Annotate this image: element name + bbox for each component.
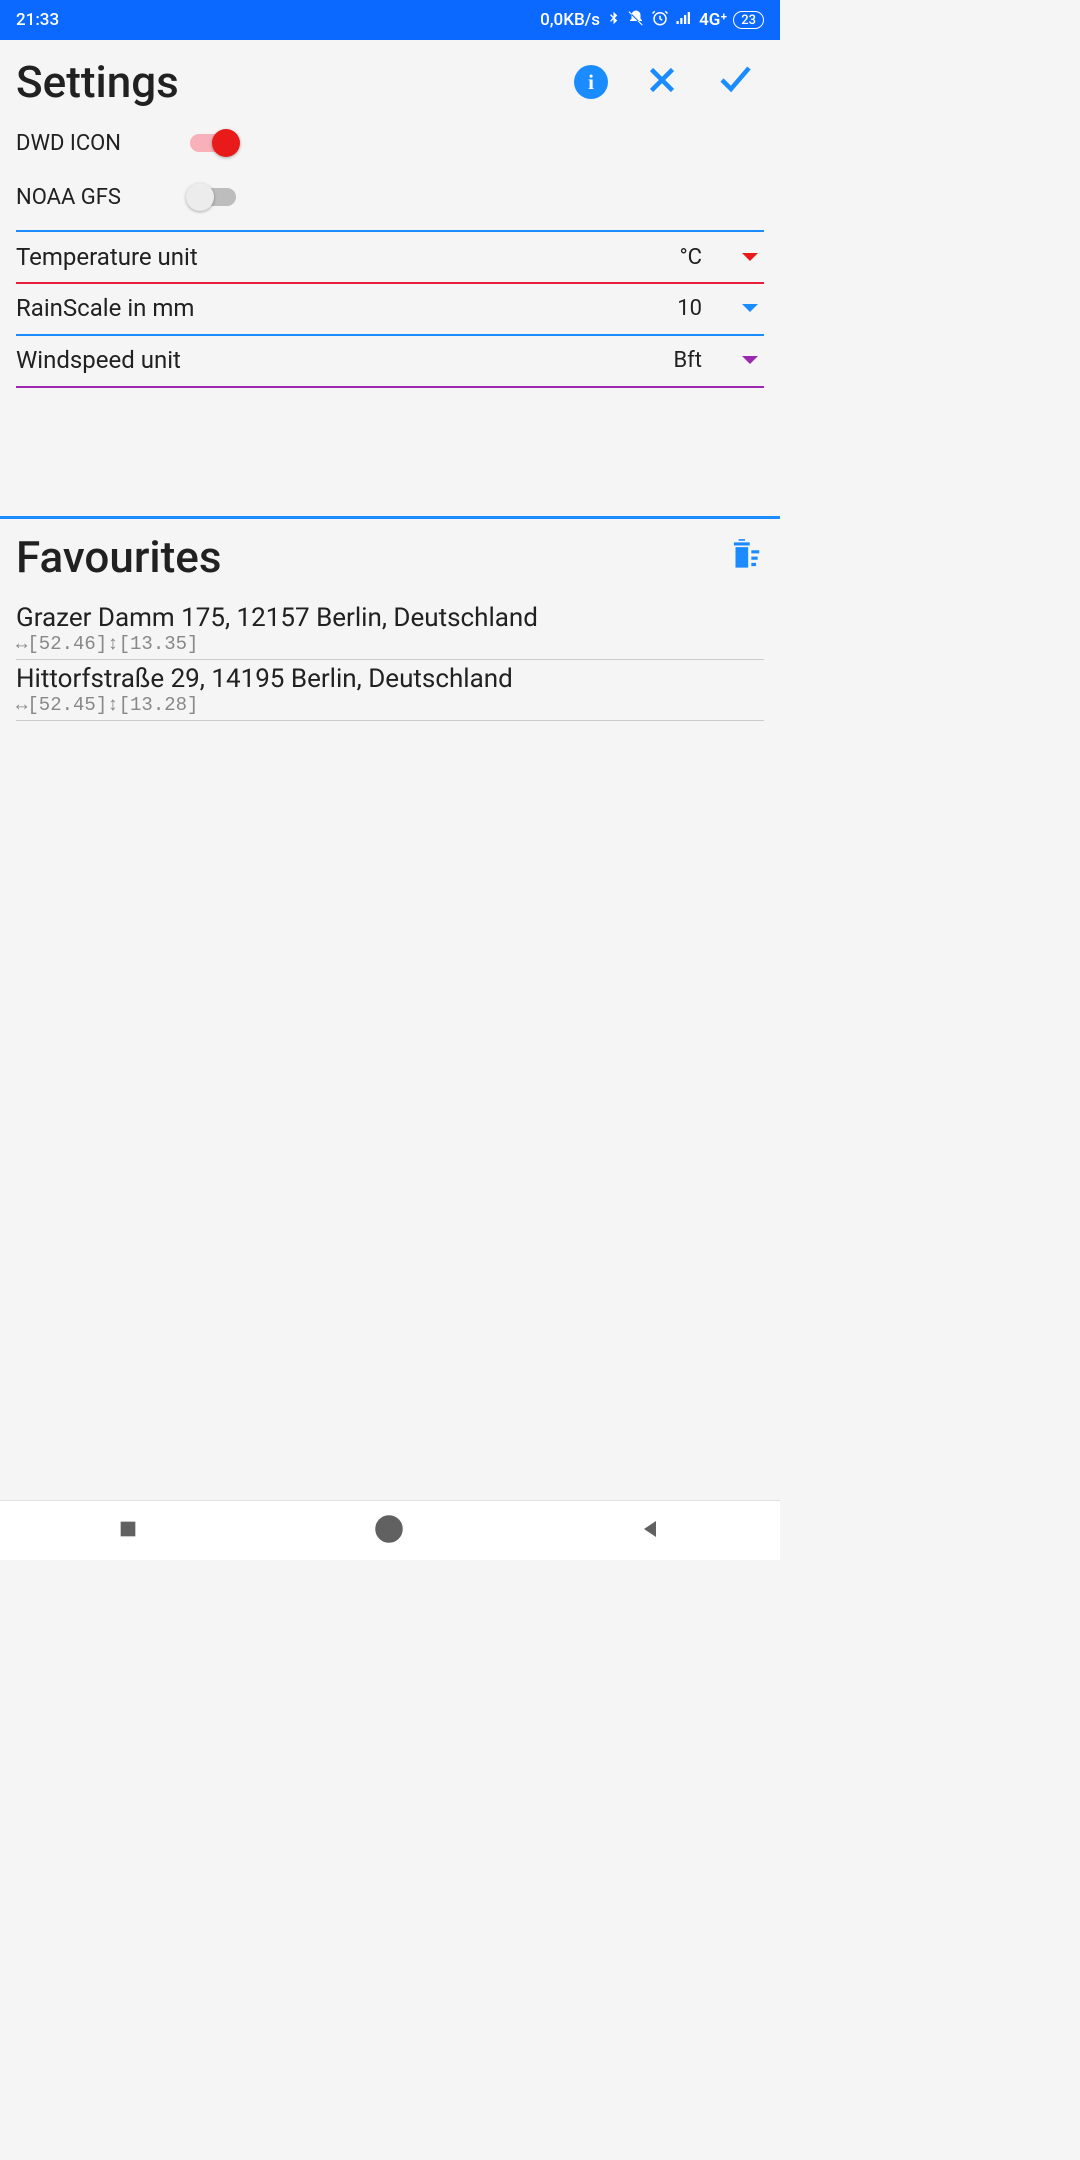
dropdown-value: 10 [677, 296, 702, 321]
toggle-label: DWD ICON [16, 131, 166, 156]
bluetooth-icon [606, 9, 621, 32]
chevron-down-icon [742, 356, 758, 364]
network-label: 4G⁺ [699, 10, 727, 30]
status-time: 21:33 [16, 10, 59, 30]
clear-favourites-button[interactable] [726, 536, 764, 578]
dropdown-label: RainScale in mm [16, 294, 677, 322]
toggle-noaa-gfs: NOAA GFS [16, 170, 764, 224]
favourite-item[interactable]: Hittorfstraße 29, 14195 Berlin, Deutschl… [16, 660, 764, 721]
signal-icon [675, 9, 693, 32]
nav-recent-button[interactable] [117, 1518, 139, 1544]
toggle-label: NOAA GFS [16, 185, 166, 210]
dropdown-label: Windspeed unit [16, 346, 673, 374]
favourites-section: Favourites Grazer Damm 175, 12157 Berlin… [0, 516, 780, 721]
info-button[interactable]: i [574, 65, 608, 99]
dropdown-value: Bft [673, 348, 702, 373]
close-button[interactable] [644, 62, 680, 102]
favourite-item[interactable]: Grazer Damm 175, 12157 Berlin, Deutschla… [16, 599, 764, 660]
status-bar: 21:33 0,0KB/s 4G⁺ 23 [0, 0, 780, 40]
toggle-switch-dwd[interactable] [190, 134, 236, 152]
mute-icon [627, 9, 645, 32]
favourite-address: Hittorfstraße 29, 14195 Berlin, Deutschl… [16, 664, 764, 694]
favourite-coords: ↔[52.46]↕[13.35] [16, 633, 764, 655]
dropdown-value: °C [679, 245, 702, 270]
confirm-button[interactable] [716, 62, 752, 102]
settings-header: Settings i [0, 40, 780, 116]
battery-indicator: 23 [733, 11, 764, 29]
toggle-switch-noaa[interactable] [190, 188, 236, 206]
page-title: Settings [16, 56, 179, 108]
dropdown-temperature[interactable]: Temperature unit °C [16, 230, 764, 284]
nav-home-button[interactable] [374, 1514, 404, 1548]
chevron-down-icon [742, 304, 758, 312]
favourite-coords: ↔[52.45]↕[13.28] [16, 694, 764, 716]
status-speed: 0,0KB/s [540, 10, 600, 30]
dropdown-rainscale[interactable]: RainScale in mm 10 [16, 282, 764, 336]
alarm-icon [651, 9, 669, 32]
favourites-title: Favourites [16, 531, 221, 583]
dropdown-windspeed[interactable]: Windspeed unit Bft [16, 334, 764, 388]
dropdown-label: Temperature unit [16, 243, 679, 271]
nav-back-button[interactable] [639, 1517, 663, 1545]
chevron-down-icon [742, 253, 758, 261]
navigation-bar [0, 1500, 780, 1560]
toggle-dwd-icon: DWD ICON [16, 116, 764, 170]
favourite-address: Grazer Damm 175, 12157 Berlin, Deutschla… [16, 603, 764, 633]
